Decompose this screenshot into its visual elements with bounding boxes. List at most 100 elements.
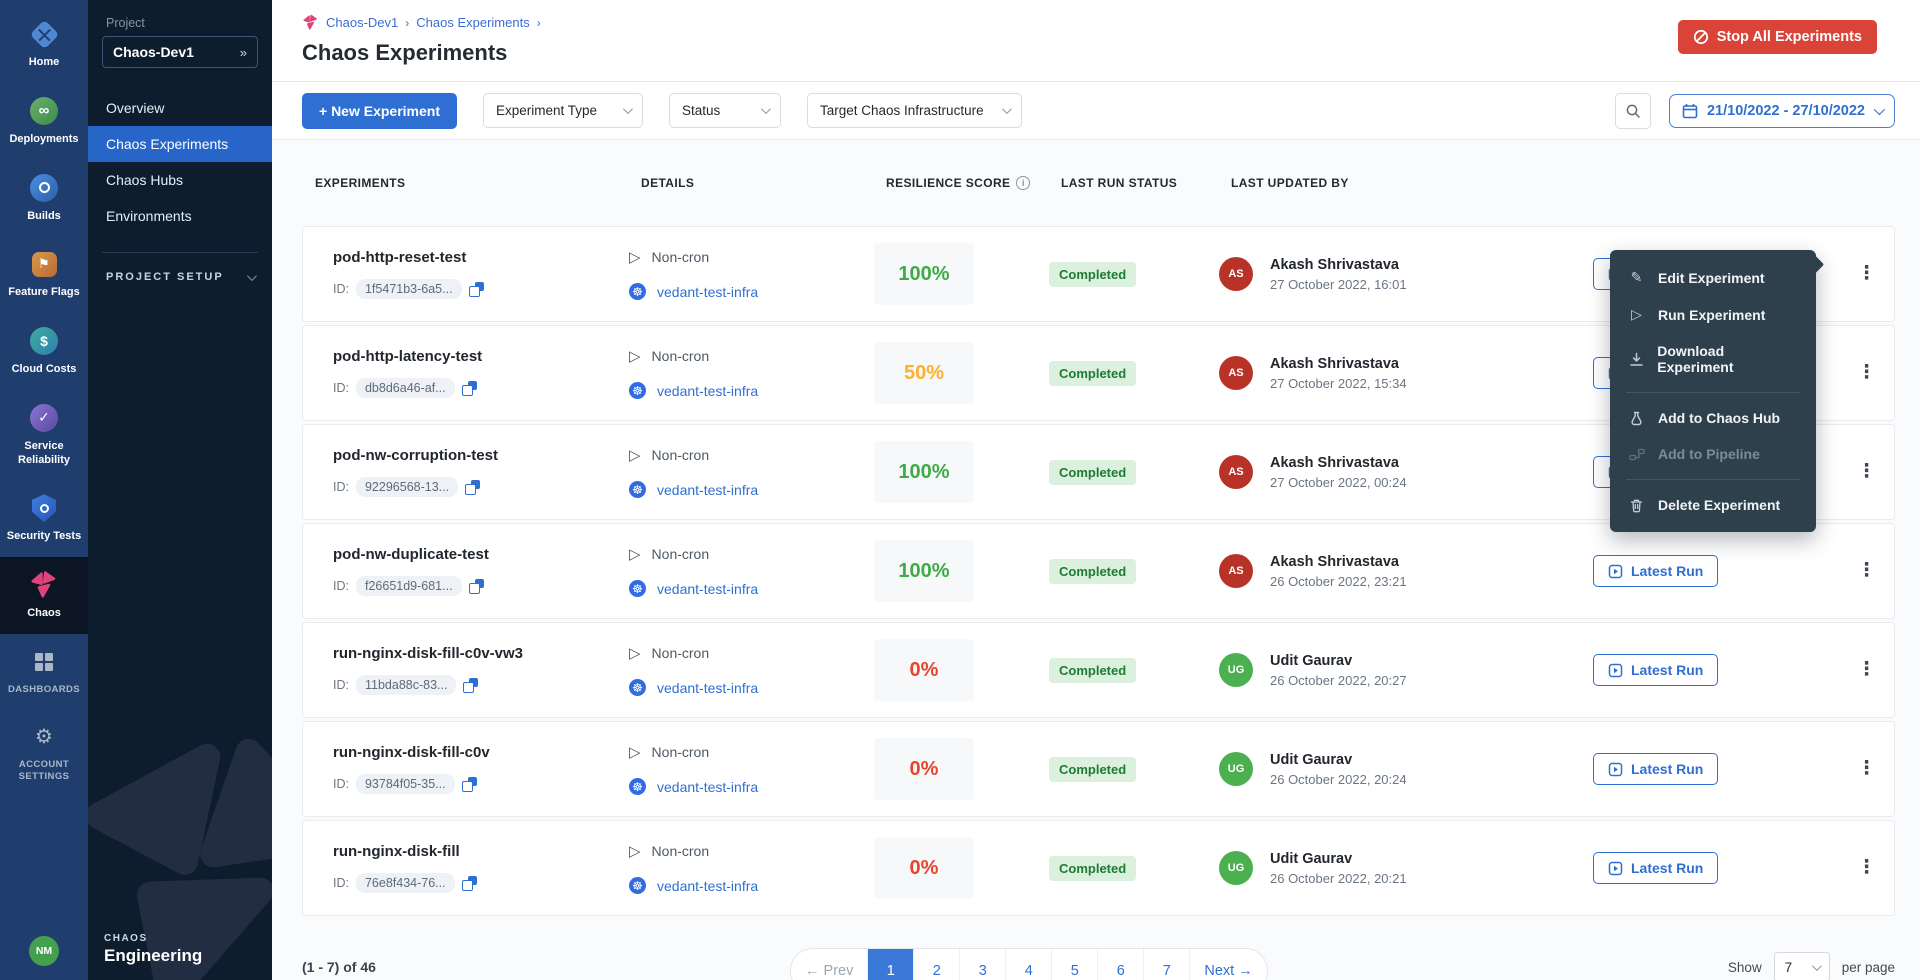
pagination-next[interactable]: Next → xyxy=(1190,949,1266,980)
experiment-name[interactable]: pod-http-latency-test xyxy=(333,348,629,365)
sidebar-item-environments[interactable]: Environments xyxy=(88,198,272,234)
menu-item-download-experiment[interactable]: Download Experiment xyxy=(1610,333,1816,385)
filter-status[interactable]: Status xyxy=(669,93,781,128)
search-button[interactable] xyxy=(1615,93,1651,129)
menu-item-run-experiment[interactable]: ▷Run Experiment xyxy=(1610,296,1816,333)
experiment-id: 76e8f434-76... xyxy=(356,873,455,893)
page-size-select[interactable]: 7 xyxy=(1774,952,1830,980)
sidebar-item-chaos-hubs[interactable]: Chaos Hubs xyxy=(88,162,272,198)
account-settings-icon: ⚙ xyxy=(29,722,59,752)
global-nav-item-builds[interactable]: Builds xyxy=(0,160,88,237)
pagination-page-2[interactable]: 2 xyxy=(914,949,960,980)
copy-icon[interactable] xyxy=(463,678,478,693)
table-row[interactable]: run-nginx-disk-fill-c0vID:93784f05-35...… xyxy=(302,721,1895,817)
menu-item-add-to-chaos-hub[interactable]: Add to Chaos Hub xyxy=(1610,400,1816,436)
latest-run-button[interactable]: Latest Run xyxy=(1593,753,1718,785)
chevron-down-icon xyxy=(1812,961,1822,971)
new-experiment-button[interactable]: + New Experiment xyxy=(302,93,457,129)
global-nav-item-security-tests[interactable]: Security Tests xyxy=(0,480,88,557)
pagination-page-5[interactable]: 5 xyxy=(1052,949,1098,980)
infrastructure-link[interactable]: vedant-test-infra xyxy=(657,581,758,597)
experiment-name[interactable]: pod-nw-duplicate-test xyxy=(333,546,629,563)
download-icon xyxy=(1628,352,1644,367)
play-outline-icon: ▷ xyxy=(629,545,641,563)
run-history-icon xyxy=(1608,663,1623,678)
kebab-menu-icon[interactable]: ⋮ xyxy=(1849,559,1884,582)
latest-run-button[interactable]: Latest Run xyxy=(1593,555,1718,587)
global-nav-item-deployments[interactable]: ∞Deployments xyxy=(0,83,88,160)
copy-icon[interactable] xyxy=(469,579,484,594)
kebab-menu-icon[interactable]: ⋮ xyxy=(1849,361,1884,384)
kebab-menu-icon[interactable]: ⋮ xyxy=(1849,460,1884,483)
stop-all-experiments-button[interactable]: Stop All Experiments xyxy=(1678,20,1877,54)
sidebar-item-chaos-experiments[interactable]: Chaos Experiments xyxy=(88,126,272,162)
filter-experiment-type[interactable]: Experiment Type xyxy=(483,93,643,128)
global-nav-item-chaos[interactable]: Chaos xyxy=(0,557,88,634)
latest-run-button[interactable]: Latest Run xyxy=(1593,654,1718,686)
pagination-page-6[interactable]: 6 xyxy=(1098,949,1144,980)
table-row[interactable]: run-nginx-disk-fillID:76e8f434-76...▷Non… xyxy=(302,820,1895,916)
global-nav-item-cloud-costs[interactable]: $Cloud Costs xyxy=(0,313,88,390)
pagination-summary: (1 - 7) of 46 xyxy=(302,959,376,975)
edit-icon: ✎ xyxy=(1628,269,1645,286)
status-badge: Completed xyxy=(1049,262,1136,287)
experiment-name[interactable]: run-nginx-disk-fill xyxy=(333,843,629,860)
global-nav-item-account-settings[interactable]: ⚙ACCOUNT SETTINGS xyxy=(0,709,88,796)
user-avatar[interactable]: NM xyxy=(29,936,59,966)
pagination-page-7[interactable]: 7 xyxy=(1144,949,1190,980)
experiment-name[interactable]: run-nginx-disk-fill-c0v-vw3 xyxy=(333,645,629,662)
info-icon[interactable]: i xyxy=(1016,176,1030,190)
table-row[interactable]: pod-nw-duplicate-testID:f26651d9-681...▷… xyxy=(302,523,1895,619)
global-nav-item-feature-flags[interactable]: ⚑Feature Flags xyxy=(0,236,88,313)
global-nav-item-service-reliability[interactable]: ✓Service Reliability xyxy=(0,390,88,481)
kebab-menu-icon[interactable]: ⋮ xyxy=(1849,856,1884,879)
copy-icon[interactable] xyxy=(469,282,484,297)
kubernetes-icon: ☸ xyxy=(629,877,646,894)
sidebar-item-overview[interactable]: Overview xyxy=(88,90,272,126)
infrastructure-link[interactable]: vedant-test-infra xyxy=(657,383,758,399)
infrastructure-link[interactable]: vedant-test-infra xyxy=(657,878,758,894)
copy-icon[interactable] xyxy=(462,381,477,396)
copy-icon[interactable] xyxy=(465,480,480,495)
table-header: EXPERIMENTS DETAILS RESILIENCE SCOREi LA… xyxy=(302,140,1895,226)
global-nav: Home∞DeploymentsBuilds⚑Feature Flags$Clo… xyxy=(0,0,88,980)
table-row[interactable]: run-nginx-disk-fill-c0v-vw3ID:11bda88c-8… xyxy=(302,622,1895,718)
kebab-menu-icon[interactable]: ⋮ xyxy=(1849,262,1884,285)
project-setup-toggle[interactable]: PROJECT SETUP xyxy=(88,267,272,287)
breadcrumb-project-link[interactable]: Chaos-Dev1 xyxy=(326,15,398,30)
experiment-name[interactable]: pod-nw-corruption-test xyxy=(333,447,629,464)
menu-item-delete-experiment[interactable]: Delete Experiment xyxy=(1610,487,1816,523)
status-badge: Completed xyxy=(1049,658,1136,683)
resilience-score: 0% xyxy=(874,738,974,800)
filter-target-chaos-infrastructure[interactable]: Target Chaos Infrastructure xyxy=(807,93,1022,128)
date-range-picker[interactable]: 21/10/2022 - 27/10/2022 xyxy=(1669,94,1895,128)
status-badge: Completed xyxy=(1049,559,1136,584)
deployments-icon: ∞ xyxy=(29,96,59,126)
pagination-page-1[interactable]: 1 xyxy=(868,949,914,980)
latest-run-button[interactable]: Latest Run xyxy=(1593,852,1718,884)
global-nav-item-home[interactable]: Home xyxy=(0,6,88,83)
pagination-page-4[interactable]: 4 xyxy=(1006,949,1052,980)
pagination-page-3[interactable]: 3 xyxy=(960,949,1006,980)
infrastructure-link[interactable]: vedant-test-infra xyxy=(657,482,758,498)
experiment-name[interactable]: run-nginx-disk-fill-c0v xyxy=(333,744,629,761)
experiment-id: db8d6a46-af... xyxy=(356,378,455,398)
experiment-name[interactable]: pod-http-reset-test xyxy=(333,249,629,266)
experiment-type: Non-cron xyxy=(652,843,710,859)
play-outline-icon: ▷ xyxy=(629,743,641,761)
copy-icon[interactable] xyxy=(462,876,477,891)
project-selector[interactable]: Chaos-Dev1 » xyxy=(102,36,258,68)
menu-item-edit-experiment[interactable]: ✎Edit Experiment xyxy=(1610,259,1816,296)
kebab-menu-icon[interactable]: ⋮ xyxy=(1849,757,1884,780)
infrastructure-link[interactable]: vedant-test-infra xyxy=(657,284,758,300)
kebab-menu-icon[interactable]: ⋮ xyxy=(1849,658,1884,681)
global-nav-item-dashboards[interactable]: DASHBOARDS xyxy=(0,634,88,709)
menu-item-add-to-pipeline: Add to Pipeline xyxy=(1610,436,1816,472)
copy-icon[interactable] xyxy=(462,777,477,792)
infrastructure-link[interactable]: vedant-test-infra xyxy=(657,779,758,795)
expand-project-icon[interactable]: » xyxy=(240,45,247,60)
experiment-type: Non-cron xyxy=(652,546,710,562)
breadcrumb-page-link[interactable]: Chaos Experiments xyxy=(416,15,529,30)
infrastructure-link[interactable]: vedant-test-infra xyxy=(657,680,758,696)
feature-flags-icon: ⚑ xyxy=(29,249,59,279)
